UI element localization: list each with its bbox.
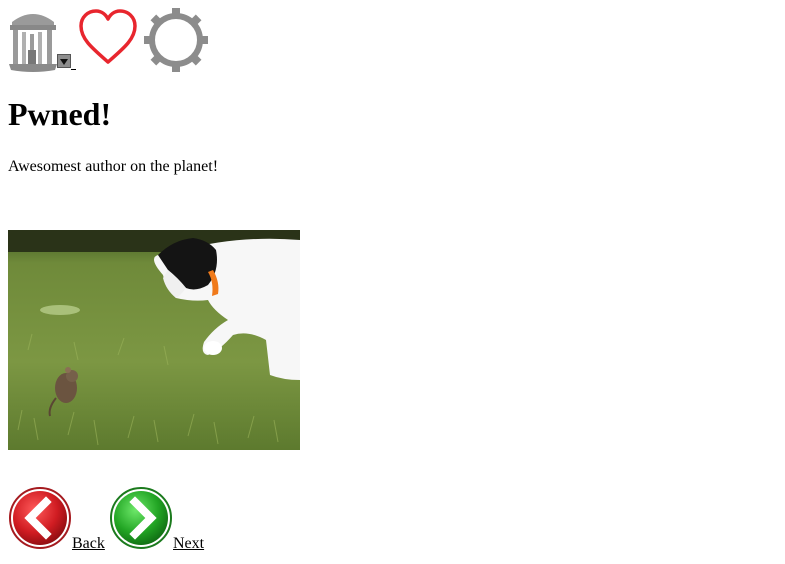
dropdown-button[interactable]	[57, 54, 71, 68]
back-link[interactable]: Back	[72, 534, 105, 554]
cat-and-mouse-photo	[8, 230, 300, 450]
gear-icon[interactable]	[144, 8, 208, 72]
page-subtitle: Awesomest author on the planet!	[8, 158, 219, 175]
page-title: Pwned!	[8, 96, 112, 132]
old-well-logo-icon[interactable]	[8, 8, 58, 72]
next-button-icon[interactable]	[109, 486, 173, 550]
triangle-down-icon	[60, 59, 68, 65]
link-underline	[71, 69, 76, 70]
next-link[interactable]: Next	[173, 534, 204, 554]
heart-icon[interactable]	[78, 8, 138, 68]
back-button-icon[interactable]	[8, 486, 72, 550]
